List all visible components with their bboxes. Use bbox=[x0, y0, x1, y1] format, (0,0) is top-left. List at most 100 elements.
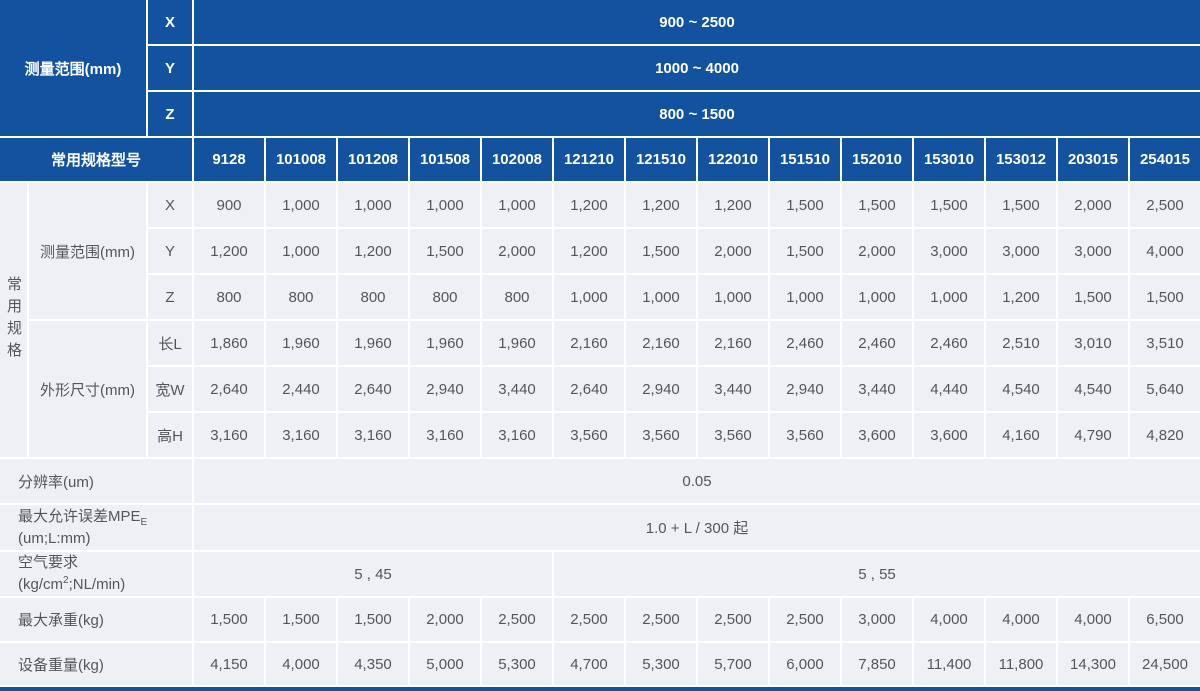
data-cell: 1,000 bbox=[698, 275, 768, 319]
data-cell: 1,200 bbox=[338, 229, 408, 273]
data-cell: 3,440 bbox=[842, 367, 912, 411]
dimensions-group-label: 外形尺寸(mm) bbox=[29, 321, 146, 457]
group-label-vertical: 常用规格 bbox=[0, 183, 27, 457]
data-cell: 1,000 bbox=[842, 275, 912, 319]
data-cell: 800 bbox=[266, 275, 336, 319]
data-cell: 2,160 bbox=[554, 321, 624, 365]
data-cell: 1,500 bbox=[410, 229, 480, 273]
data-cell: 3,510 bbox=[1130, 321, 1200, 365]
data-cell: 2,000 bbox=[410, 598, 480, 641]
row-name-z: Z bbox=[148, 275, 192, 319]
air-requirement-label: 空气要求 (kg/cm2;NL/min) bbox=[0, 552, 192, 596]
range-y-value: 1000 ~ 4000 bbox=[194, 46, 1200, 90]
measure-range-title: 测量范围(mm) bbox=[0, 0, 146, 136]
row-name-y: Y bbox=[148, 229, 192, 273]
data-cell: 3,160 bbox=[482, 413, 552, 457]
data-cell: 800 bbox=[194, 275, 264, 319]
data-cell: 2,500 bbox=[770, 598, 840, 641]
model-header: 9128 bbox=[194, 138, 264, 181]
data-cell: 1,500 bbox=[770, 183, 840, 227]
data-cell: 1,960 bbox=[482, 321, 552, 365]
data-cell: 3,000 bbox=[1058, 229, 1128, 273]
data-cell: 5,300 bbox=[626, 643, 696, 685]
data-cell: 1,500 bbox=[266, 598, 336, 641]
data-cell: 2,460 bbox=[842, 321, 912, 365]
data-cell: 2,440 bbox=[266, 367, 336, 411]
data-cell: 2,500 bbox=[482, 598, 552, 641]
data-cell: 900 bbox=[194, 183, 264, 227]
data-cell: 2,500 bbox=[554, 598, 624, 641]
data-cell: 3,560 bbox=[698, 413, 768, 457]
data-cell: 4,700 bbox=[554, 643, 624, 685]
data-cell: 800 bbox=[482, 275, 552, 319]
measure-range-group-label: 测量范围(mm) bbox=[29, 183, 146, 319]
data-cell: 2,500 bbox=[698, 598, 768, 641]
air-value-right: 5 , 55 bbox=[554, 552, 1200, 596]
model-header: 254015 bbox=[1130, 138, 1200, 181]
max-load-label: 最大承重(kg) bbox=[0, 598, 192, 641]
spec-table: 测量范围(mm) X Y Z 900 ~ 2500 1000 ~ 4000 80… bbox=[0, 0, 1200, 691]
data-cell: 1,000 bbox=[770, 275, 840, 319]
model-header: 203015 bbox=[1058, 138, 1128, 181]
data-cell: 4,150 bbox=[194, 643, 264, 685]
data-cell: 1,000 bbox=[914, 275, 984, 319]
data-cell: 1,500 bbox=[338, 598, 408, 641]
data-cell: 4,820 bbox=[1130, 413, 1200, 457]
air-value-left: 5 , 45 bbox=[194, 552, 552, 596]
data-cell: 1,000 bbox=[554, 275, 624, 319]
data-cell: 2,640 bbox=[338, 367, 408, 411]
data-cell: 800 bbox=[410, 275, 480, 319]
model-header: 121210 bbox=[554, 138, 624, 181]
range-x-value: 900 ~ 2500 bbox=[194, 0, 1200, 44]
model-header: 153010 bbox=[914, 138, 984, 181]
mpe-label-line2: (um;L:mm) bbox=[18, 528, 91, 550]
axis-label-x: X bbox=[148, 0, 192, 44]
data-cell: 2,500 bbox=[1130, 183, 1200, 227]
data-cell: 5,300 bbox=[482, 643, 552, 685]
air-label-line2: (kg/cm2;NL/min) bbox=[18, 574, 125, 596]
data-cell: 1,500 bbox=[626, 229, 696, 273]
data-cell: 11,800 bbox=[986, 643, 1056, 685]
data-cell: 6,000 bbox=[770, 643, 840, 685]
data-cell: 4,000 bbox=[1130, 229, 1200, 273]
data-cell: 1,200 bbox=[554, 183, 624, 227]
data-cell: 1,200 bbox=[986, 275, 1056, 319]
data-cell: 3,560 bbox=[554, 413, 624, 457]
data-cell: 1,500 bbox=[842, 183, 912, 227]
data-cell: 2,000 bbox=[698, 229, 768, 273]
data-cell: 3,440 bbox=[698, 367, 768, 411]
data-cell: 1,960 bbox=[410, 321, 480, 365]
data-cell: 3,600 bbox=[914, 413, 984, 457]
data-cell: 1,000 bbox=[338, 183, 408, 227]
models-header-label: 常用规格型号 bbox=[0, 138, 192, 181]
data-cell: 3,440 bbox=[482, 367, 552, 411]
model-header: 151510 bbox=[770, 138, 840, 181]
data-cell: 4,440 bbox=[914, 367, 984, 411]
data-cell: 1,500 bbox=[1130, 275, 1200, 319]
data-cell: 3,560 bbox=[626, 413, 696, 457]
mpe-subscript: E bbox=[141, 517, 148, 528]
data-cell: 2,510 bbox=[986, 321, 1056, 365]
data-cell: 6,500 bbox=[1130, 598, 1200, 641]
data-cell: 4,540 bbox=[1058, 367, 1128, 411]
next-section-edge bbox=[0, 687, 1200, 691]
resolution-label: 分辨率(um) bbox=[0, 459, 192, 503]
data-cell: 2,940 bbox=[410, 367, 480, 411]
mpe-label-line1: 最大允许误差MPEE bbox=[18, 506, 147, 528]
data-cell: 2,940 bbox=[626, 367, 696, 411]
data-cell: 1,000 bbox=[482, 183, 552, 227]
model-header: 101508 bbox=[410, 138, 480, 181]
data-cell: 1,500 bbox=[194, 598, 264, 641]
data-cell: 2,160 bbox=[698, 321, 768, 365]
data-cell: 4,540 bbox=[986, 367, 1056, 411]
data-cell: 4,160 bbox=[986, 413, 1056, 457]
data-cell: 3,000 bbox=[842, 598, 912, 641]
data-cell: 3,600 bbox=[842, 413, 912, 457]
axis-label-z: Z bbox=[148, 92, 192, 136]
data-cell: 1,000 bbox=[626, 275, 696, 319]
data-cell: 2,000 bbox=[482, 229, 552, 273]
model-header: 101008 bbox=[266, 138, 336, 181]
row-name-length: 长L bbox=[148, 321, 192, 365]
model-header: 121510 bbox=[626, 138, 696, 181]
data-cell: 24,500 bbox=[1130, 643, 1200, 685]
